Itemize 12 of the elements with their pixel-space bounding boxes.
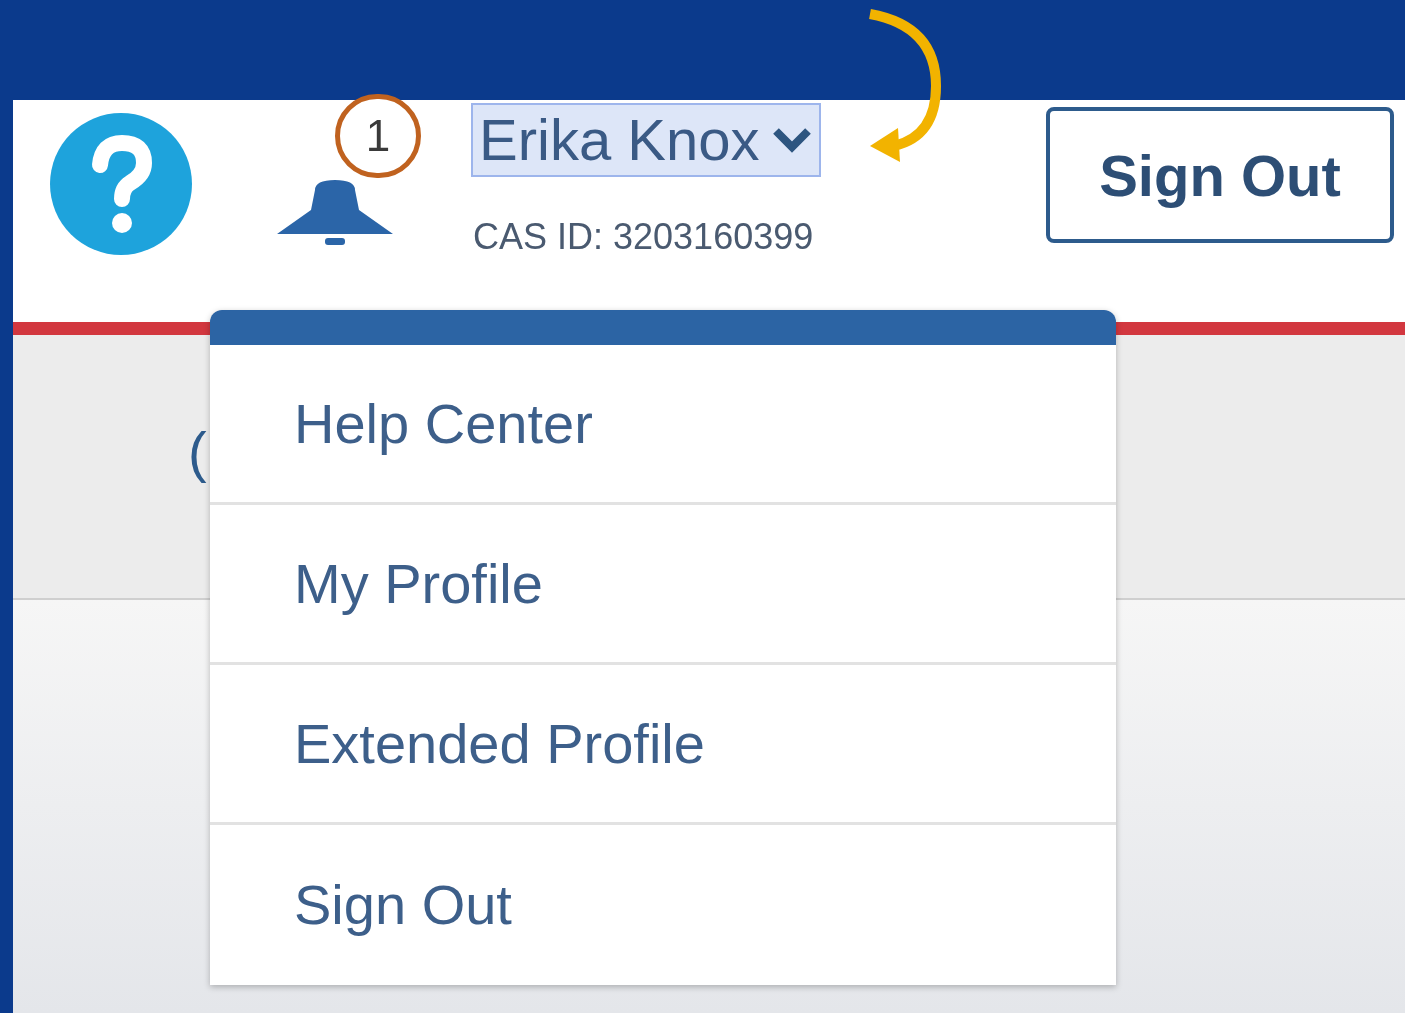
help-icon[interactable] bbox=[50, 113, 192, 255]
menu-item[interactable]: Sign Out bbox=[210, 825, 1116, 985]
cas-id: CAS ID: 3203160399 bbox=[473, 215, 814, 259]
sign-out-button[interactable]: Sign Out bbox=[1046, 107, 1394, 243]
partial-text: ( bbox=[188, 419, 207, 485]
notification-badge: 1 bbox=[335, 94, 421, 178]
curved-arrow-icon bbox=[866, 6, 944, 162]
menu-item[interactable]: Help Center bbox=[210, 345, 1116, 505]
menu-item[interactable]: Extended Profile bbox=[210, 665, 1116, 825]
user-menu-toggle[interactable]: Erika Knox bbox=[471, 103, 822, 177]
menu-item[interactable]: My Profile bbox=[210, 505, 1116, 665]
chevron-down-icon bbox=[771, 125, 814, 155]
